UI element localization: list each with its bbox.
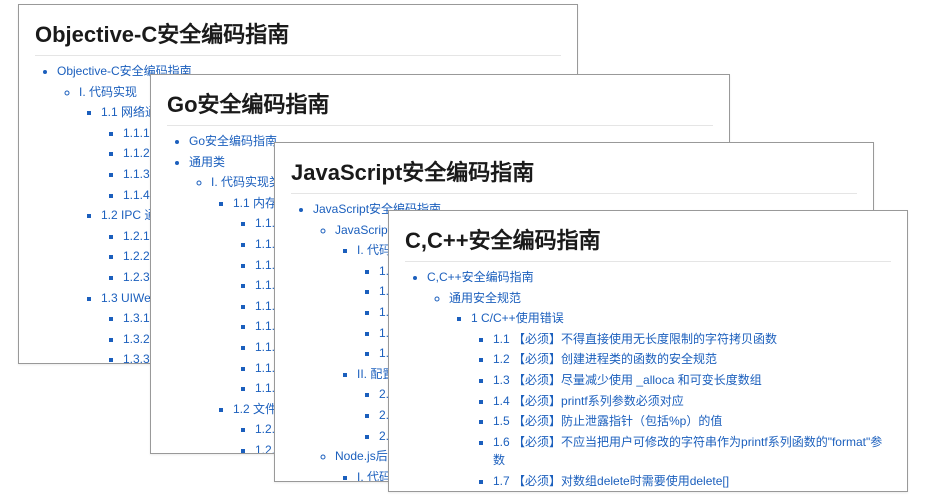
toc-item[interactable]: 1.3 【必须】尽量减少使用 _alloca 和可变长度数组 xyxy=(493,371,891,390)
page-title: C,C++安全编码指南 xyxy=(405,223,891,262)
doc-cpp: C,C++安全编码指南 C,C++安全编码指南 通用安全规范 1 C/C++使用… xyxy=(388,210,908,492)
page-title: JavaScript安全编码指南 xyxy=(291,155,857,194)
toc-item[interactable]: 1.2 【必须】创建进程类的函数的安全规范 xyxy=(493,350,891,369)
toc-item[interactable]: 1.7 【必须】对数组delete时需要使用delete[] xyxy=(493,472,891,491)
toc-item[interactable]: 1.5 【必须】防止泄露指针（包括%p）的值 xyxy=(493,412,891,431)
toc-item[interactable]: 1.4 【必须】printf系列参数必须对应 xyxy=(493,392,891,411)
page-title: Objective-C安全编码指南 xyxy=(35,17,561,56)
toc-item[interactable]: 1.1 【必须】不得直接使用无长度限制的字符拷贝函数 xyxy=(493,330,891,349)
toc-general[interactable]: 通用安全规范 1 C/C++使用错误 1.1 【必须】不得直接使用无长度限制的字… xyxy=(449,289,891,492)
page-title: Go安全编码指南 xyxy=(167,87,713,126)
toc-item[interactable]: 1.6 【必须】不应当把用户可修改的字符串作为printf系列函数的"forma… xyxy=(493,433,891,470)
toc-group[interactable]: 1 C/C++使用错误 1.1 【必须】不得直接使用无长度限制的字符拷贝函数1.… xyxy=(471,309,891,492)
toc-items: 1.1 【必须】不得直接使用无长度限制的字符拷贝函数1.2 【必须】创建进程类的… xyxy=(471,330,891,492)
toc-root[interactable]: C,C++安全编码指南 通用安全规范 1 C/C++使用错误 1.1 【必须】不… xyxy=(427,268,891,492)
